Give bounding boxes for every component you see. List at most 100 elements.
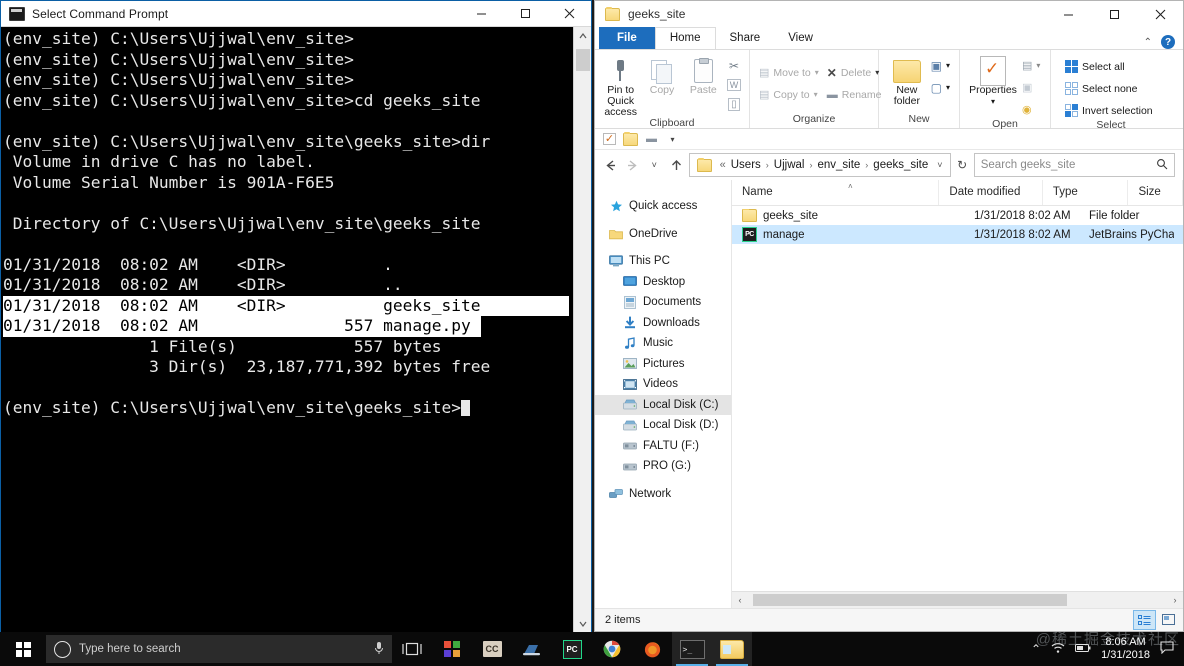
cmd-close-button[interactable] (547, 1, 591, 26)
cmd-minimize-button[interactable] (459, 1, 503, 26)
explorer-minimize-button[interactable] (1045, 1, 1091, 27)
large-icons-view-button[interactable] (1158, 610, 1179, 628)
taskbar-firefox[interactable] (632, 632, 672, 666)
nav-item-documents[interactable]: Documents (595, 292, 731, 313)
delete-button[interactable]: ✕ Delete ▾ (823, 63, 886, 82)
new-folder-button[interactable]: New folder (887, 54, 927, 107)
invert-selection-button[interactable]: Invert selection (1061, 101, 1157, 120)
taskbar-command-prompt[interactable]: >_ (672, 632, 712, 666)
nav-item-local-disk-d[interactable]: Local Disk (D:) (595, 415, 731, 436)
rename-button[interactable]: ▬ Rename (823, 85, 886, 104)
nav-item-onedrive[interactable]: OneDrive (595, 224, 731, 245)
column-header-type[interactable]: Type (1043, 180, 1129, 205)
nav-item-network[interactable]: Network (595, 484, 731, 505)
cmd-vertical-scrollbar[interactable] (573, 27, 591, 633)
breadcrumb-geeks-site[interactable]: geeks_site (871, 159, 930, 171)
taskbar-teamviewer[interactable] (512, 632, 552, 666)
open-button[interactable]: ▤ ▾ (1018, 56, 1044, 75)
cmd-maximize-button[interactable] (503, 1, 547, 26)
nav-item-quick-access[interactable]: Quick access (595, 196, 731, 217)
nav-item-local-disk-c[interactable]: Local Disk (C:) (595, 394, 731, 415)
nav-item-downloads[interactable]: Downloads (595, 313, 731, 334)
select-all-button[interactable]: Select all (1061, 57, 1157, 76)
cut-icon[interactable]: ✂ (724, 57, 744, 75)
qat-rename-icon[interactable]: ▬ (644, 132, 659, 146)
move-to-button[interactable]: ▤ Move to ▾ (755, 63, 823, 82)
address-breadcrumb-bar[interactable]: « Users › Ujjwal › env_site › geeks_site… (688, 153, 951, 177)
pin-to-quick-access-button[interactable]: Pin to Quick access (600, 54, 641, 118)
easy-access-button[interactable]: ▢ ▾ (927, 78, 954, 97)
collapse-ribbon-icon[interactable]: ⌃ (1144, 37, 1152, 48)
table-row[interactable]: geeks_site 1/31/2018 8:02 AM File folder (732, 206, 1183, 225)
properties-button[interactable]: Properties ▾ (968, 54, 1018, 107)
tab-home[interactable]: Home (654, 27, 716, 49)
cmd-scroll-up-arrow[interactable] (574, 27, 591, 45)
copy-path-icon[interactable]: W (724, 76, 744, 94)
hscroll-thumb[interactable] (753, 594, 1067, 606)
nav-item-videos[interactable]: Videos (595, 374, 731, 395)
tab-file[interactable]: File (599, 27, 655, 49)
start-button[interactable] (0, 632, 46, 666)
hscroll-track[interactable] (748, 592, 1167, 608)
breadcrumb-overflow[interactable]: « (719, 159, 727, 171)
help-icon[interactable]: ? (1161, 35, 1175, 49)
column-header-date-modified[interactable]: Date modified (939, 180, 1043, 205)
taskbar-pycharm[interactable]: PC (552, 632, 592, 666)
nav-item-music[interactable]: Music (595, 333, 731, 354)
action-center-icon[interactable] (1160, 641, 1174, 657)
breadcrumb-env-site[interactable]: env_site (815, 159, 862, 171)
breadcrumb-sep-3[interactable]: › (864, 160, 869, 170)
column-header-name[interactable]: Name (732, 180, 940, 205)
details-view-button[interactable] (1133, 610, 1156, 630)
explorer-maximize-button[interactable] (1091, 1, 1137, 27)
hscroll-left-arrow[interactable]: ‹ (732, 595, 748, 605)
copy-to-button[interactable]: ▤ Copy to ▾ (755, 85, 823, 104)
wifi-icon[interactable] (1051, 642, 1065, 657)
breadcrumb-ujjwal[interactable]: Ujjwal (772, 159, 807, 171)
cmd-console-output[interactable]: (env_site) C:\Users\Ujjwal\env_site> (env… (1, 27, 591, 633)
task-view-button[interactable] (392, 632, 432, 666)
forward-button[interactable] (623, 154, 642, 176)
breadcrumb-users[interactable]: Users (729, 159, 763, 171)
history-button[interactable]: ◉ (1018, 100, 1044, 119)
explorer-close-button[interactable] (1137, 1, 1183, 27)
nav-item-this-pc[interactable]: This PC (595, 251, 731, 272)
taskbar-file-explorer[interactable] (712, 632, 752, 666)
up-button[interactable] (667, 154, 686, 176)
paste-button[interactable]: Paste (683, 54, 724, 96)
tray-overflow-icon[interactable]: ⌃ (1031, 642, 1041, 656)
taskbar-camtasia[interactable]: CC (472, 632, 512, 666)
cmd-title-bar[interactable]: Select Command Prompt (1, 1, 591, 27)
taskbar-microsoft-store[interactable] (432, 632, 472, 666)
search-box[interactable]: Search geeks_site (973, 153, 1176, 177)
horizontal-scrollbar[interactable]: ‹ › (732, 591, 1183, 608)
search-icon[interactable] (1156, 158, 1168, 173)
nav-item-faltu-f[interactable]: FALTU (F:) (595, 436, 731, 457)
taskbar-chrome[interactable] (592, 632, 632, 666)
qat-properties-icon[interactable]: ✓ (602, 132, 617, 146)
address-dropdown-caret[interactable]: ˅ (932, 160, 947, 170)
battery-icon[interactable] (1075, 642, 1091, 656)
tab-share[interactable]: Share (716, 28, 775, 49)
nav-item-pictures[interactable]: Pictures (595, 354, 731, 375)
new-item-button[interactable]: ▣ ▾ (927, 56, 954, 75)
edit-button[interactable]: ▣ (1018, 78, 1044, 97)
table-row[interactable]: PC manage 1/31/2018 8:02 AM JetBrains PyCha… (732, 225, 1183, 244)
taskbar-clock[interactable]: 8:06 AM 1/31/2018 (1101, 636, 1150, 662)
nav-item-pro-g[interactable]: PRO (G:) (595, 456, 731, 477)
microphone-icon[interactable] (374, 641, 384, 658)
back-button[interactable] (601, 154, 620, 176)
qat-new-folder-icon[interactable] (623, 131, 638, 146)
taskbar-search-box[interactable]: Type here to search (46, 635, 392, 663)
explorer-title-bar[interactable]: geeks_site (595, 1, 1183, 27)
column-header-size[interactable]: Size (1128, 180, 1183, 205)
hscroll-right-arrow[interactable]: › (1167, 595, 1183, 605)
refresh-button[interactable]: ↻ (954, 154, 971, 176)
copy-button[interactable]: Copy (641, 54, 682, 96)
nav-item-desktop[interactable]: Desktop (595, 272, 731, 293)
tab-view[interactable]: View (774, 28, 827, 49)
breadcrumb-sep-1[interactable]: › (765, 160, 770, 170)
paste-shortcut-icon[interactable]: ▯ (724, 95, 744, 113)
cmd-scroll-down-arrow[interactable] (574, 615, 591, 633)
breadcrumb-sep-2[interactable]: › (808, 160, 813, 170)
